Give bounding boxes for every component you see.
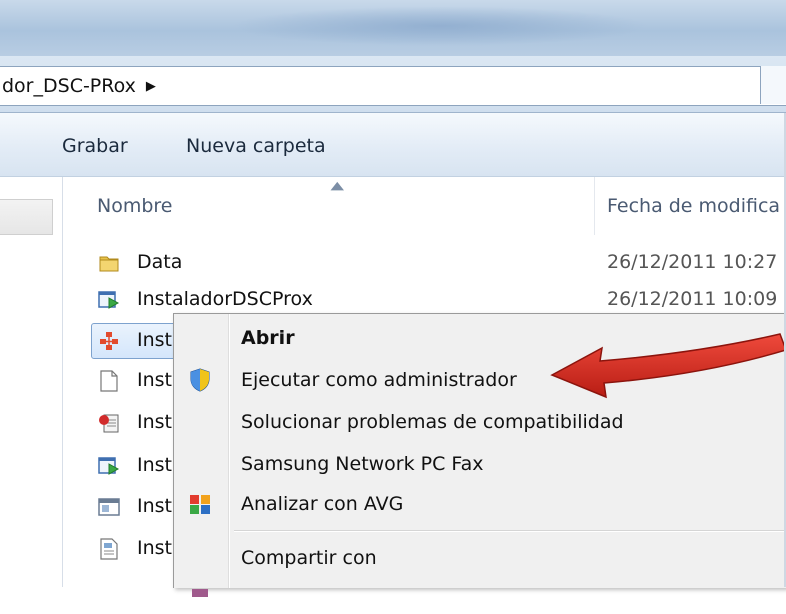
menu-item-label: Analizar con AVG: [241, 493, 404, 515]
breadcrumb-folder[interactable]: dor_DSC-PRox: [0, 75, 136, 97]
document-icon: [100, 370, 118, 392]
file-name: Data: [137, 251, 183, 273]
file-name: Inst: [137, 495, 172, 517]
help-icon: [99, 414, 119, 433]
file-name: Inst: [137, 411, 172, 433]
address-field[interactable]: dor_DSC-PRox ▶: [0, 66, 786, 106]
file-row-installer[interactable]: InstaladorDSCProx 26/12/2011 10:09: [63, 281, 786, 317]
sort-ascending-icon: ▲: [330, 179, 345, 192]
column-header-date[interactable]: Fecha de modifica: [607, 195, 780, 217]
menu-item-troubleshoot[interactable]: Solucionar problemas de compatibilidad: [174, 403, 786, 441]
address-bar: dor_DSC-PRox ▶: [0, 56, 786, 113]
new-folder-button[interactable]: Nueva carpeta: [186, 135, 326, 157]
menu-separator: [234, 530, 786, 532]
command-toolbar: Grabar Nueva carpeta: [0, 113, 786, 177]
app-icon: [100, 332, 118, 350]
red-annotation-arrow: [550, 333, 786, 399]
file-row-data[interactable]: Data 26/12/2011 10:27: [63, 244, 786, 280]
title-bar-glow: [230, 6, 650, 46]
menu-item-label: Solucionar problemas de compatibilidad: [241, 411, 624, 433]
burn-button[interactable]: Grabar: [62, 135, 128, 157]
menu-item-samsung-fax[interactable]: Samsung Network PC Fax: [174, 445, 786, 483]
installer-icon: [98, 457, 120, 475]
avg-icon: [190, 495, 210, 514]
menu-item-label: Ejecutar como administrador: [241, 369, 517, 391]
menu-item-scan-avg[interactable]: Analizar con AVG: [174, 485, 786, 523]
folder-icon: [99, 256, 119, 272]
file-name: InstaladorDSCProx: [137, 288, 313, 310]
menu-item-partial[interactable]: [174, 576, 786, 614]
file-name: Inst: [137, 454, 172, 476]
file-date: 26/12/2011 10:27: [607, 251, 778, 273]
file-name: Inst: [137, 537, 172, 559]
file-name: Inst: [137, 369, 172, 391]
breadcrumb-arrow-icon[interactable]: ▶: [146, 79, 156, 94]
menu-item-label: Abrir: [241, 327, 295, 349]
window-title-bar: [0, 0, 786, 56]
config-icon: [100, 538, 118, 560]
column-divider[interactable]: [594, 177, 595, 235]
navigation-selected-item[interactable]: [0, 199, 53, 235]
window-icon: [98, 498, 120, 516]
menu-item-label: Samsung Network PC Fax: [241, 453, 484, 475]
column-header-name[interactable]: Nombre: [97, 195, 173, 217]
column-header-row: ▲ Nombre Fecha de modifica: [63, 177, 786, 235]
installer-icon: [98, 291, 120, 309]
navigation-pane: [0, 177, 63, 587]
file-date: 26/12/2011 10:09: [607, 288, 778, 310]
menu-item-label: Compartir con: [241, 547, 377, 569]
file-name: Inst: [137, 329, 172, 351]
uac-shield-icon: [190, 368, 210, 392]
menu-item-share-with[interactable]: Compartir con: [174, 539, 786, 577]
